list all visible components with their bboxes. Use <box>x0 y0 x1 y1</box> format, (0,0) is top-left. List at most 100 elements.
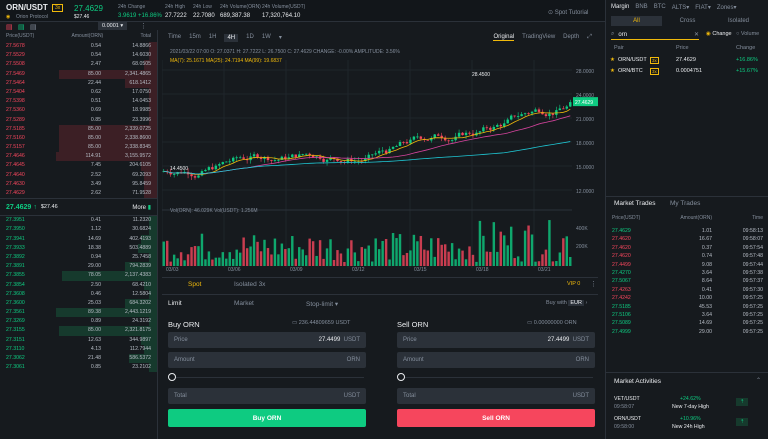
row-total: 18.9985 <box>132 107 151 114</box>
market-tab-4[interactable]: FIAT▾ <box>695 4 711 11</box>
ask-row[interactable]: 27.5185 85.00 2,339.0725 <box>0 124 157 134</box>
favorite-star-icon[interactable]: ★ <box>610 68 615 74</box>
subtab-2[interactable]: Isolated <box>713 16 764 26</box>
view-2[interactable]: Depth <box>563 34 579 41</box>
tab-spot[interactable]: Spot <box>188 281 201 288</box>
timeframe-0[interactable]: Time <box>168 34 181 42</box>
trade-price: 27.5106 <box>612 311 631 318</box>
view-0[interactable]: Original <box>493 34 515 41</box>
buy-slider-handle[interactable] <box>168 373 176 381</box>
activity-row[interactable]: ORN/USDT 09:58:00 +10.96% New 24h High ⇡ <box>606 415 768 433</box>
favorite-star-icon[interactable]: ★ <box>610 57 615 63</box>
market-tab-1[interactable]: BNB <box>635 4 647 11</box>
sell-slider-track[interactable] <box>399 377 593 378</box>
market-tab-0[interactable]: Margin <box>611 4 629 11</box>
sort-change-radio[interactable]: ◉ Change <box>706 31 732 37</box>
buy-total-input[interactable]: Total USDT <box>168 388 366 404</box>
market-tab-2[interactable]: BTC <box>654 4 666 11</box>
buy-slider-track[interactable] <box>170 377 364 378</box>
ask-row[interactable]: 27.4640 2.52 69.2093 <box>0 170 157 180</box>
trade-row: 27.4263 0.41 09:57:30 <box>606 286 768 294</box>
ask-row[interactable]: 27.5404 0.62 17.0750 <box>0 87 157 98</box>
bid-row[interactable]: 27.3155 85.00 2,321.8175 <box>0 326 157 336</box>
timeframe-3[interactable]: 4H <box>224 34 239 42</box>
order-type-market[interactable]: Market <box>234 300 254 307</box>
precision-select[interactable]: 0.0001 ▾ <box>98 22 128 30</box>
order-type-limit[interactable]: Limit <box>168 300 182 307</box>
bid-row[interactable]: 27.3950 1.12 30.6824 <box>0 225 157 235</box>
timeframe-2[interactable]: 1H <box>209 34 217 42</box>
subtab-0[interactable]: All <box>611 16 662 26</box>
sell-total-input[interactable]: Total USDT <box>397 388 595 404</box>
ask-row[interactable]: 27.4629 2.62 71.9528 <box>0 189 157 199</box>
search-input[interactable]: orn <box>618 32 627 38</box>
ask-row[interactable]: 27.5360 0.69 18.9985 <box>0 106 157 116</box>
ask-row[interactable]: 27.4646 114.91 3,155.9572 <box>0 152 157 162</box>
sell-price-input[interactable]: Price 27.4499 USDT <box>397 332 595 348</box>
ask-row[interactable]: 27.5464 22.44 618.1412 <box>0 78 157 88</box>
price-chart[interactable]: 28.000024.000021.000018.000015.000012.00… <box>161 30 598 274</box>
chart-area[interactable]: 28.0000 24.0000 21.0000 18.0000 15.0000 12.00… <box>161 30 598 274</box>
tab-isolated[interactable]: Isolated 3x <box>234 281 265 288</box>
bid-row[interactable]: 27.3891 29.00 794.2839 <box>0 262 157 272</box>
ask-row[interactable]: 27.5469 85.00 2,341.4865 <box>0 69 157 79</box>
pair-row[interactable]: ★ ORN/BTC 3x 0.0004751 +15.67% <box>606 68 768 78</box>
order-type-stop-limit[interactable]: Stop-limit ▾ <box>306 300 338 308</box>
ask-row[interactable]: 27.5398 0.51 14.0453 <box>0 97 157 107</box>
bid-row[interactable]: 27.3854 2.50 68.4210 <box>0 280 157 290</box>
ask-row[interactable]: 27.4645 7.45 204.6105 <box>0 161 157 171</box>
market-tab-3[interactable]: ALTS▾ <box>672 4 690 11</box>
pair-search[interactable]: ⌕ orn ✕ <box>611 30 699 40</box>
candle-body <box>461 132 464 136</box>
bid-row[interactable]: 27.3062 21.48 586.5372 <box>0 354 157 364</box>
ask-row[interactable]: 27.5508 2.47 68.0505 <box>0 60 157 70</box>
view-1[interactable]: TradingView <box>522 34 555 41</box>
activity-row[interactable]: VET/USDT 09:58:07 +24.62% New 7-day High ⇡ <box>606 395 768 413</box>
bid-row[interactable]: 27.3110 4.13 112.7944 <box>0 344 157 354</box>
buy-price-input[interactable]: Price 27.4499 USDT <box>168 332 366 348</box>
sort-volume-radio[interactable]: ○ Volume <box>736 31 759 37</box>
clear-icon[interactable]: ✕ <box>694 31 699 38</box>
bid-row[interactable]: 27.3608 0.46 12.5804 <box>0 289 157 299</box>
trade-menu-icon[interactable]: ⋮ <box>590 280 597 288</box>
bid-row[interactable]: 27.3941 14.69 402.4193 <box>0 234 157 244</box>
chart-settings-icon[interactable]: ▾ <box>279 34 282 42</box>
symbol-title[interactable]: ORN/USDT <box>6 3 48 12</box>
buy-with-link[interactable]: Buy with EUR › <box>546 300 587 306</box>
ask-row[interactable]: 27.5157 85.00 2,338.8345 <box>0 143 157 153</box>
bid-row[interactable]: 27.3892 0.94 25.7458 <box>0 252 157 263</box>
bid-row[interactable]: 27.3933 18.38 503.4889 <box>0 243 157 253</box>
ask-row[interactable]: 27.4630 3.49 95.8459 <box>0 179 157 189</box>
project-name[interactable]: Orion Protocol <box>16 14 48 20</box>
timeframe-5[interactable]: 1W <box>262 34 271 42</box>
collapse-icon[interactable]: ⌃ <box>756 377 761 384</box>
bid-row[interactable]: 27.3561 89.38 2,443.1219 <box>0 308 157 318</box>
fullscreen-icon[interactable]: ⤢ <box>587 34 592 41</box>
bid-row[interactable]: 27.3061 0.85 23.2102 <box>0 363 157 373</box>
timeframe-1[interactable]: 15m <box>189 34 201 42</box>
buy-amount-input[interactable]: Amount ORN <box>168 352 366 368</box>
bid-row[interactable]: 27.3600 25.03 684.3202 <box>0 298 157 309</box>
sell-slider-handle[interactable] <box>397 373 405 381</box>
tab-my-trades[interactable]: My Trades <box>670 200 700 207</box>
ask-row[interactable]: 27.5529 0.54 14.6030 <box>0 51 157 61</box>
market-tab-5[interactable]: Zones▾ <box>717 4 737 11</box>
bid-row[interactable]: 27.3269 0.89 24.3192 <box>0 317 157 327</box>
tutorial-link[interactable]: ⊙ Spot Tutorial <box>548 9 588 16</box>
bid-row[interactable]: 27.3951 0.41 11.2320 <box>0 216 157 226</box>
sell-amount-input[interactable]: Amount ORN <box>397 352 595 368</box>
subtab-1[interactable]: Cross <box>662 16 713 26</box>
bid-row[interactable]: 27.3855 78.05 2,137.4383 <box>0 271 157 281</box>
timeframe-4[interactable]: 1D <box>246 34 254 42</box>
settings-icon[interactable]: ⋮ <box>140 22 147 30</box>
pair-row[interactable]: ★ ORN/USDT 3x 27.4629 +16.86% <box>606 57 768 67</box>
buy-button[interactable]: Buy ORN <box>168 409 366 427</box>
ask-row[interactable]: 27.5678 0.54 14.8866 <box>0 42 157 52</box>
tab-market-trades[interactable]: Market Trades <box>614 200 656 207</box>
ask-row[interactable]: 27.5160 85.00 2,338.8600 <box>0 133 157 144</box>
sell-button[interactable]: Sell ORN <box>397 409 595 427</box>
more-link[interactable]: More ▮ <box>132 204 151 211</box>
bid-row[interactable]: 27.3151 12.63 344.9897 <box>0 335 157 345</box>
vip-level[interactable]: VIP 0 <box>567 281 580 287</box>
ask-row[interactable]: 27.5289 0.85 23.3996 <box>0 115 157 125</box>
